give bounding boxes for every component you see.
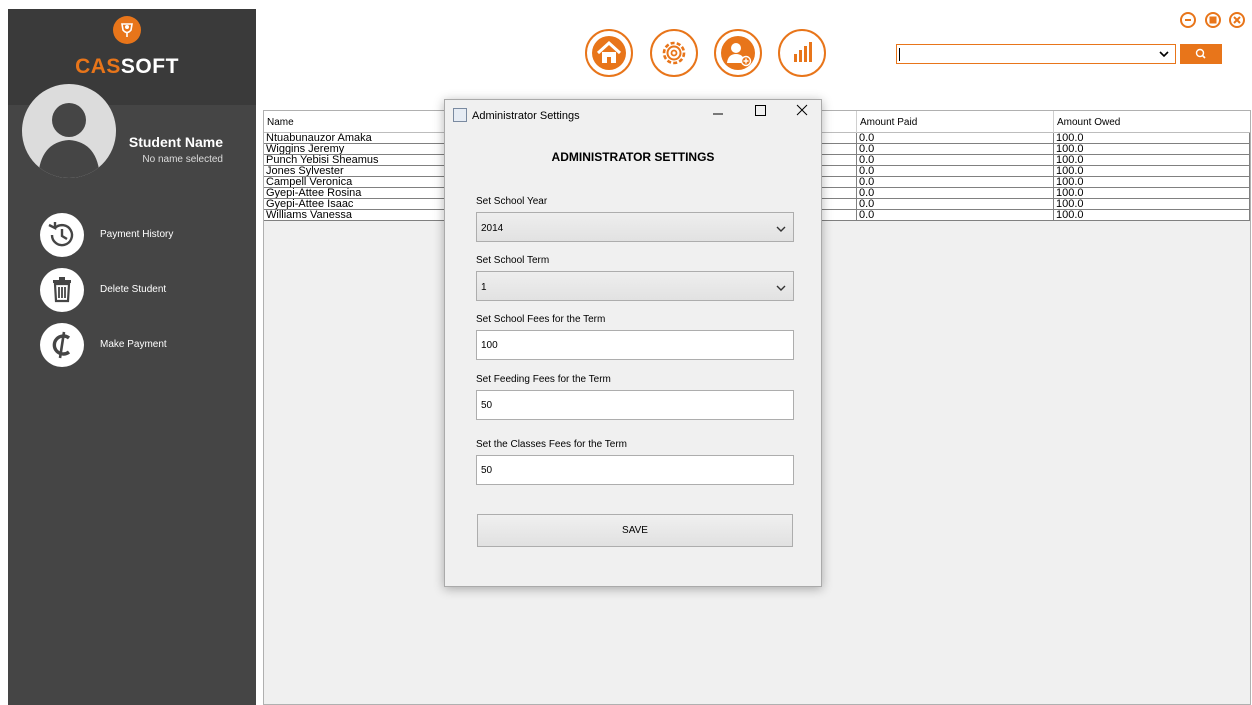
table-cell: 100.0 [1054,199,1250,210]
school-year-label: Set School Year [476,196,548,207]
table-cell: 0.0 [857,199,1054,210]
table-cell: 0.0 [857,155,1054,166]
chevron-down-icon [776,226,786,232]
make-payment-button[interactable]: Make Payment [40,323,240,367]
dialog-heading: ADMINISTRATOR SETTINGS [551,150,715,164]
table-cell: 0.0 [857,144,1054,155]
history-icon [40,213,84,257]
table-cell: 0.0 [857,166,1054,177]
classes-fees-input[interactable] [476,455,794,485]
cedi-icon [40,323,84,367]
minimize-icon[interactable] [1180,12,1196,28]
table-cell: 0.0 [857,177,1054,188]
table-cell: 100.0 [1054,133,1250,144]
school-term-label: Set School Term [476,255,550,266]
reports-button[interactable] [778,29,826,77]
student-subtitle: No name selected [142,154,223,165]
text-caret [899,48,900,61]
dialog-minimize-icon[interactable] [699,100,737,130]
chevron-down-icon[interactable] [1159,49,1169,59]
save-button[interactable]: SAVE [477,514,793,547]
table-cell: 100.0 [1054,144,1250,155]
sidebar-item-label: Make Payment [100,339,167,350]
gear-icon [657,36,691,70]
classes-fees-label: Set the Classes Fees for the Term [476,439,627,450]
chevron-down-icon [776,285,786,291]
logo-icon [113,16,141,44]
close-icon[interactable] [1229,12,1245,28]
school-year-value: 2014 [481,223,504,234]
school-fees-input[interactable] [476,330,794,360]
column-header-amount-owed[interactable]: Amount Owed [1054,111,1250,133]
table-cell: 100.0 [1054,166,1250,177]
table-cell: 100.0 [1054,155,1250,166]
home-icon [592,36,626,70]
school-fees-label: Set School Fees for the Term [476,314,606,325]
add-user-icon [721,36,755,70]
dialog-title-bar[interactable]: Administrator Settings [445,100,821,130]
bar-chart-icon [785,36,819,70]
table-cell: 100.0 [1054,177,1250,188]
dialog-title: Administrator Settings [472,110,580,122]
table-cell: 100.0 [1054,210,1250,221]
maximize-icon[interactable] [1205,12,1221,28]
administrator-settings-dialog: Administrator Settings ADMINISTRATOR SET… [444,99,822,587]
school-term-value: 1 [481,282,487,293]
search-icon [1195,48,1206,59]
table-cell: 0.0 [857,133,1054,144]
sidebar-item-label: Payment History [100,229,174,240]
delete-student-button[interactable]: Delete Student [40,268,240,312]
avatar [22,84,116,178]
dialog-maximize-icon[interactable] [741,100,779,130]
column-header-amount-paid[interactable]: Amount Paid [857,111,1054,133]
trash-icon [40,268,84,312]
search-button[interactable] [1180,44,1222,64]
app-window: CASSOFT Student Name No name selected Pa… [0,0,1252,705]
table-cell: 0.0 [857,210,1054,221]
java-app-icon [453,108,467,122]
payment-history-button[interactable]: Payment History [40,213,240,257]
settings-button[interactable] [650,29,698,77]
dialog-close-icon[interactable] [783,100,821,130]
feeding-fees-input[interactable] [476,390,794,420]
feeding-fees-label: Set Feeding Fees for the Term [476,374,611,385]
table-cell: 100.0 [1054,188,1250,199]
sidebar: CASSOFT Student Name No name selected Pa… [8,9,256,705]
school-year-select[interactable]: 2014 [476,212,794,242]
brand-logo: CASSOFT [75,55,179,78]
school-term-select[interactable]: 1 [476,271,794,301]
add-student-button[interactable] [714,29,762,77]
table-cell: 0.0 [857,188,1054,199]
sidebar-item-label: Delete Student [100,284,167,295]
home-button[interactable] [585,29,633,77]
student-name: Student Name [128,134,223,150]
search-input[interactable] [896,44,1176,64]
